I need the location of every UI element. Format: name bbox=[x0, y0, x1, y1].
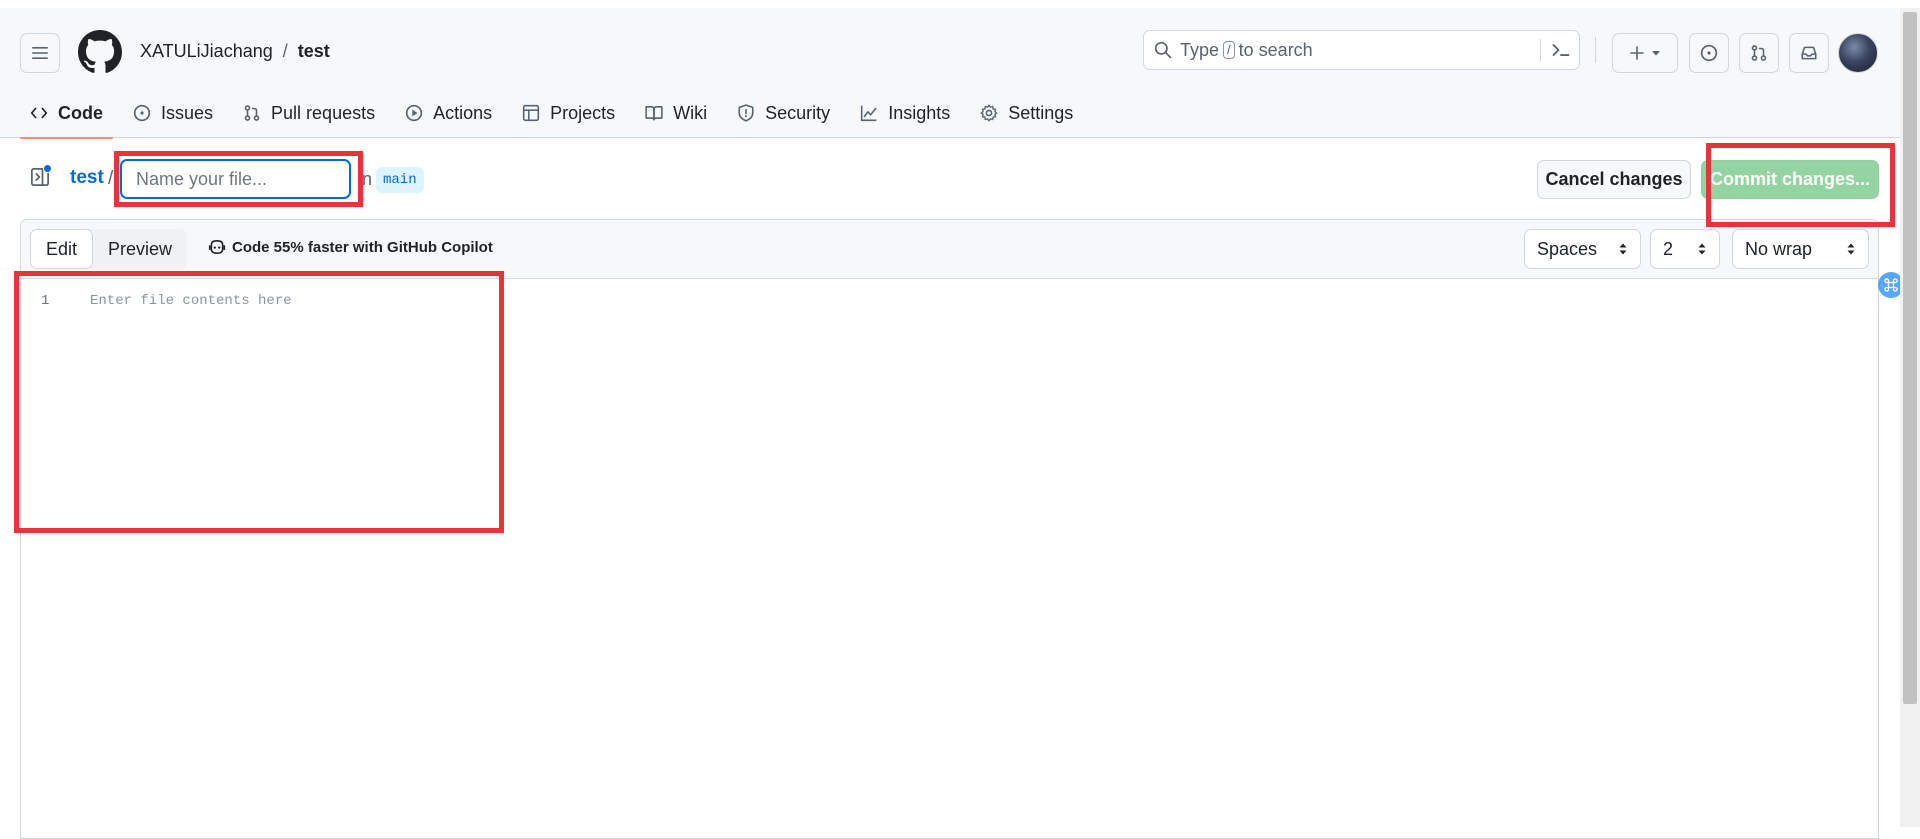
issue-opened-icon bbox=[1700, 44, 1718, 62]
tab-wiki[interactable]: Wiki bbox=[635, 96, 717, 138]
search-suffix: to search bbox=[1238, 39, 1313, 60]
cancel-changes-button[interactable]: Cancel changes bbox=[1537, 160, 1691, 199]
hamburger-icon bbox=[32, 47, 48, 59]
menu-button[interactable] bbox=[20, 33, 60, 73]
shield-icon bbox=[738, 104, 754, 122]
indent-size-select[interactable]: 2 bbox=[1650, 229, 1720, 269]
git-pull-request-icon bbox=[244, 105, 260, 121]
wrap-mode-select[interactable]: No wrap bbox=[1732, 229, 1869, 269]
gear-icon bbox=[980, 104, 998, 122]
git-pull-request-icon bbox=[1751, 45, 1767, 61]
notification-dot bbox=[43, 164, 52, 173]
tab-security[interactable]: Security bbox=[727, 96, 840, 138]
wrap-mode-value: No wrap bbox=[1745, 238, 1813, 259]
tab-security-label: Security bbox=[765, 102, 831, 123]
triangle-down-icon bbox=[1652, 51, 1660, 56]
tab-code-label: Code bbox=[58, 102, 103, 123]
editor-placeholder: Enter file contents here bbox=[90, 293, 292, 309]
tab-actions-label: Actions bbox=[433, 102, 493, 123]
tab-projects-label: Projects bbox=[550, 102, 616, 123]
repo-link[interactable]: test bbox=[298, 41, 330, 62]
line-number: 1 bbox=[41, 293, 50, 309]
tab-insights[interactable]: Insights bbox=[850, 96, 960, 138]
breadcrumb-slash: / bbox=[108, 168, 114, 189]
indent-size-value: 2 bbox=[1663, 238, 1674, 259]
tab-actions[interactable]: Actions bbox=[395, 96, 502, 138]
book-icon bbox=[645, 106, 663, 121]
command-key-icon bbox=[1884, 278, 1898, 292]
filename-input[interactable] bbox=[120, 159, 351, 199]
tab-pull-requests[interactable]: Pull requests bbox=[233, 96, 385, 138]
tab-settings[interactable]: Settings bbox=[970, 96, 1083, 138]
tab-code[interactable]: Code bbox=[20, 96, 113, 139]
repo-nav-tabs: Code Issues Pull requests Actions Projec… bbox=[20, 96, 1093, 139]
breadcrumb-separator: / bbox=[282, 40, 288, 61]
in-branch-text: in bbox=[358, 169, 373, 189]
search-icon bbox=[1154, 41, 1172, 59]
editor-toolbar: Edit Preview Code 55% faster with GitHub… bbox=[21, 220, 1878, 279]
indent-mode-select[interactable]: Spaces bbox=[1524, 229, 1641, 269]
page-scrollbar-thumb[interactable] bbox=[1903, 12, 1917, 704]
search-shortcut-key: / bbox=[1223, 41, 1235, 59]
create-new-button[interactable] bbox=[1612, 33, 1678, 73]
breadcrumb-repo-link[interactable]: test bbox=[70, 167, 104, 189]
play-icon bbox=[405, 104, 423, 122]
code-editor: Edit Preview Code 55% faster with GitHub… bbox=[20, 219, 1879, 839]
indent-mode-value: Spaces bbox=[1537, 238, 1598, 259]
owner-link[interactable]: XATULiJiachang bbox=[140, 41, 273, 62]
select-arrows-icon bbox=[1619, 243, 1627, 255]
edit-tab[interactable]: Edit bbox=[30, 229, 94, 269]
select-arrows-icon bbox=[1698, 243, 1706, 255]
inbox-button[interactable] bbox=[1789, 33, 1829, 73]
search-prefix: Type bbox=[1180, 39, 1220, 60]
user-avatar[interactable] bbox=[1838, 33, 1878, 73]
copilot-icon bbox=[208, 240, 226, 254]
repo-breadcrumb: XATULiJiachang / test bbox=[140, 38, 330, 64]
header-divider bbox=[1595, 37, 1596, 63]
table-icon bbox=[523, 104, 540, 122]
editor-text-area[interactable]: 1 Enter file contents here bbox=[21, 279, 1878, 838]
code-icon bbox=[30, 107, 48, 119]
inbox-icon bbox=[1801, 46, 1817, 60]
tab-pull-requests-label: Pull requests bbox=[271, 102, 376, 123]
issue-opened-icon bbox=[133, 104, 151, 122]
search-input[interactable]: Type / to search bbox=[1143, 30, 1580, 70]
github-logo-icon[interactable] bbox=[78, 30, 122, 74]
tab-wiki-label: Wiki bbox=[673, 102, 708, 123]
command-palette-icon[interactable] bbox=[1551, 40, 1571, 60]
plus-icon bbox=[1630, 46, 1644, 60]
copilot-promo-text: Code 55% faster with GitHub Copilot bbox=[232, 238, 493, 256]
select-arrows-icon bbox=[1847, 243, 1855, 255]
edit-preview-toggle: Edit Preview bbox=[30, 229, 188, 269]
tab-issues-label: Issues bbox=[161, 102, 214, 123]
tab-settings-label: Settings bbox=[1008, 102, 1074, 123]
preview-tab[interactable]: Preview bbox=[93, 229, 187, 269]
pull-requests-button[interactable] bbox=[1739, 33, 1779, 73]
app-header: XATULiJiachang / test Type / to search C… bbox=[0, 8, 1900, 139]
graph-icon bbox=[861, 105, 877, 122]
issues-button[interactable] bbox=[1689, 33, 1729, 73]
copilot-promo[interactable]: Code 55% faster with GitHub Copilot bbox=[208, 238, 493, 256]
branch-badge: main bbox=[376, 167, 424, 193]
tab-projects[interactable]: Projects bbox=[512, 96, 625, 138]
tab-insights-label: Insights bbox=[888, 102, 951, 123]
tab-issues[interactable]: Issues bbox=[123, 96, 223, 138]
commit-changes-button[interactable]: Commit changes... bbox=[1701, 160, 1879, 199]
search-divider bbox=[1540, 39, 1541, 61]
